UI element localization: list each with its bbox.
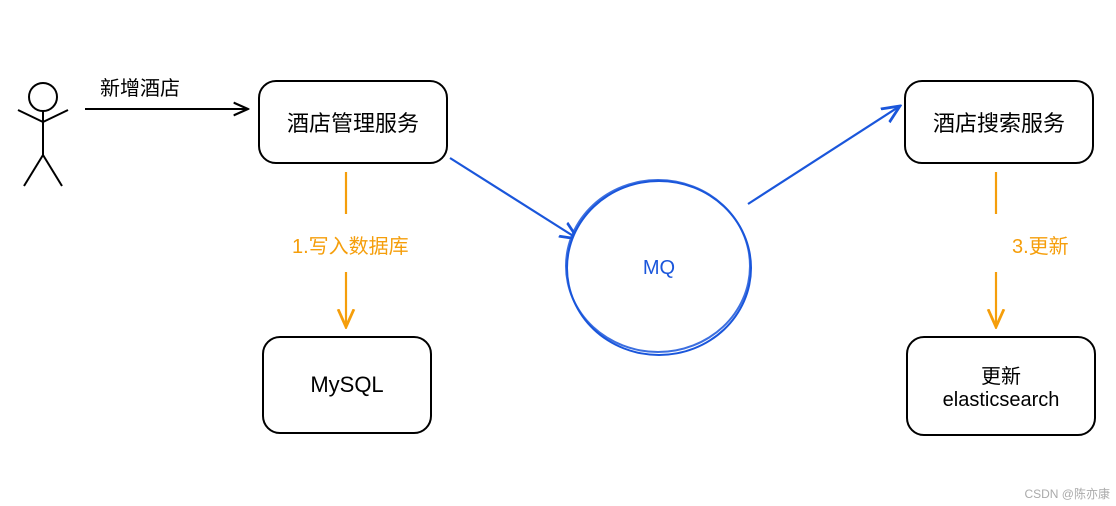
node-mysql-label: MySQL <box>310 372 383 398</box>
arrow-mq-to-search <box>748 106 900 204</box>
edge-label-update: 3.更新 <box>1012 230 1069 259</box>
node-es-line1: 更新 <box>981 360 1021 389</box>
node-hotel-admin-label: 酒店管理服务 <box>287 106 419 138</box>
watermark: CSDN @陈亦康 <box>1024 485 1110 502</box>
node-hotel-search: 酒店搜索服务 <box>904 80 1094 164</box>
node-es-line2: elasticsearch <box>943 389 1060 412</box>
node-mysql: MySQL <box>262 336 432 434</box>
node-hotel-search-label: 酒店搜索服务 <box>933 106 1065 138</box>
node-mq: MQ <box>566 180 752 356</box>
edge-label-write-db: 1.写入数据库 <box>292 230 409 259</box>
actor-label: 新增酒店 <box>100 72 180 101</box>
node-mq-label: MQ <box>643 257 675 280</box>
arrow-admin-to-mq <box>450 158 578 239</box>
node-es: 更新 elasticsearch <box>906 336 1096 436</box>
node-hotel-admin: 酒店管理服务 <box>258 80 448 164</box>
actor-icon <box>18 83 68 186</box>
